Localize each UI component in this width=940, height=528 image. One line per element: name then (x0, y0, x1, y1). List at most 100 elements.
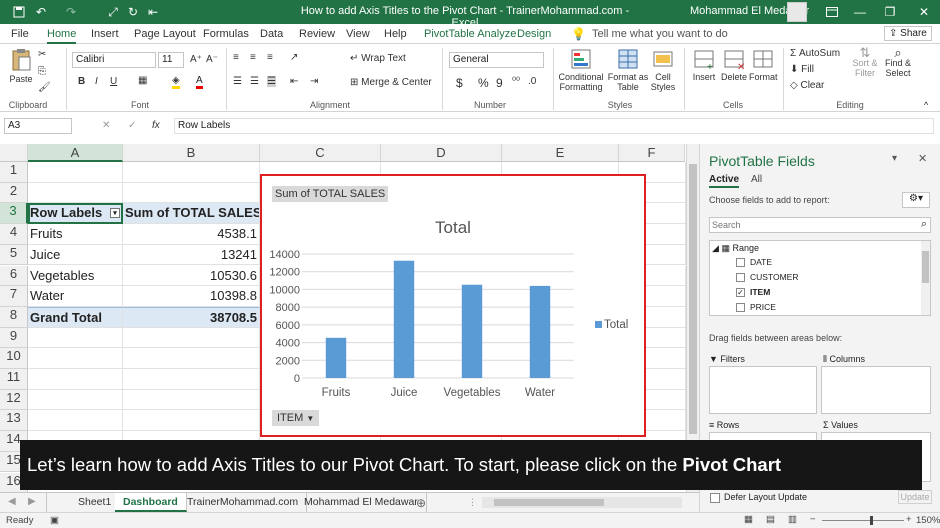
sheet-tab[interactable]: Sheet1 (70, 493, 121, 512)
tab-all[interactable]: All (751, 174, 762, 185)
horizontal-scrollbar[interactable] (482, 497, 682, 508)
row-header[interactable]: 12 (0, 389, 28, 411)
tell-me-input[interactable]: Tell me what you want to do (592, 28, 728, 40)
sheet-tab-active[interactable]: Dashboard (115, 493, 187, 512)
menu-formulas[interactable]: Formulas (203, 28, 249, 40)
pivot-row-value[interactable]: 10530.6 (123, 265, 260, 287)
align-top-icon[interactable]: ≡ (233, 52, 239, 63)
field-checkbox[interactable]: ✓ (736, 288, 745, 298)
sheet-icon[interactable]: ⇤ (144, 3, 162, 21)
formula-input[interactable]: Row Labels (174, 118, 934, 134)
fill-color-icon[interactable]: ◈ (172, 75, 180, 89)
redo-icon[interactable]: ↷ (62, 3, 80, 21)
add-sheet-icon[interactable]: ⊕ (416, 496, 426, 510)
menu-page-layout[interactable]: Page Layout (134, 28, 196, 40)
menu-help[interactable]: Help (384, 28, 407, 40)
update-button[interactable]: Update (898, 490, 932, 504)
zoom-out-icon[interactable]: − (810, 514, 816, 525)
next-sheet-icon[interactable]: ▶ (28, 496, 36, 507)
grid-cell[interactable] (28, 410, 123, 432)
pivot-row-labels-header[interactable]: Row Labels ▾ (28, 203, 123, 225)
field-checkbox[interactable] (736, 273, 745, 283)
grid-cell[interactable] (123, 327, 260, 349)
menu-home[interactable]: Home (47, 28, 77, 44)
grid-cell[interactable] (28, 389, 123, 411)
avatar[interactable] (787, 2, 807, 22)
align-center-icon[interactable]: ☰ (250, 76, 259, 87)
grid-cell[interactable] (123, 389, 260, 411)
defer-layout-checkbox[interactable] (710, 493, 720, 503)
grid-cell[interactable] (123, 182, 260, 204)
borders-icon[interactable]: ▦ (138, 75, 147, 86)
macro-record-icon[interactable]: ▣ (50, 515, 59, 526)
cell-styles-button[interactable]: Cell Styles (648, 48, 678, 92)
field-item[interactable]: CUSTOMER (736, 272, 799, 283)
menu-pivottable-analyze[interactable]: PivotTable Analyze (424, 28, 516, 40)
page-break-view-icon[interactable]: ▥ (788, 514, 797, 525)
pivot-row-label[interactable]: Vegetables (28, 265, 123, 287)
ribbon-display-icon[interactable] (818, 0, 846, 24)
font-size-select[interactable]: 11 (158, 52, 184, 68)
grid-cell[interactable] (123, 162, 260, 183)
format-as-table-button[interactable]: Format as Table (607, 48, 649, 92)
undo-icon[interactable]: ↶ (32, 3, 50, 21)
pane-options-dropdown-icon[interactable]: ▾ (892, 153, 897, 164)
currency-button[interactable]: $ (456, 76, 463, 90)
wrap-text-button[interactable]: ↵ Wrap Text (350, 53, 406, 64)
chart-plot-area[interactable]: 0 2000 4000 6000 8000 10000 12000 14000 Fruits Ju… (262, 176, 644, 435)
pivot-row-value[interactable]: 13241 (123, 244, 260, 266)
cut-icon[interactable]: ✂ (38, 49, 46, 60)
conditional-formatting-button[interactable]: Conditional Formatting (557, 48, 605, 92)
increase-indent-icon[interactable]: ⇥ (310, 76, 318, 87)
menu-data[interactable]: Data (260, 28, 283, 40)
percent-button[interactable]: % (478, 76, 489, 90)
sort-filter-button[interactable]: ⇅ Sort & Filter (850, 46, 880, 78)
grand-total-label[interactable]: Grand Total (28, 306, 123, 328)
font-color-icon[interactable]: A (196, 75, 203, 89)
column-header-b[interactable]: B (123, 144, 260, 162)
grid-cell[interactable] (28, 162, 123, 183)
row-header[interactable]: 6 (0, 265, 28, 287)
row-header[interactable]: 5 (0, 244, 28, 266)
collapse-ribbon-icon[interactable]: ^ (924, 100, 928, 110)
autosum-button[interactable]: Σ AutoSum (790, 48, 840, 59)
zoom-slider-thumb[interactable] (870, 516, 873, 525)
row-header[interactable]: 2 (0, 182, 28, 204)
row-header[interactable]: 11 (0, 369, 28, 390)
pivot-row-value[interactable]: 10398.8 (123, 286, 260, 307)
increase-decimal-icon[interactable]: ⁰⁰ (512, 76, 520, 87)
enter-icon[interactable]: ✓ (128, 120, 136, 131)
field-checkbox[interactable] (736, 258, 745, 268)
zoom-level[interactable]: 150% (916, 515, 940, 526)
grid-cell[interactable] (123, 410, 260, 432)
field-search-box[interactable]: ⌕ (709, 217, 931, 233)
filters-drop-area[interactable] (709, 366, 817, 414)
field-search-input[interactable] (710, 218, 905, 232)
pivot-row-value[interactable]: 4538.1 (123, 224, 260, 245)
italic-button[interactable]: I (95, 76, 98, 87)
fullscreen-icon[interactable]: ⤢ (104, 3, 122, 21)
merge-center-button[interactable]: ⊞ Merge & Center (350, 77, 432, 88)
column-header-e[interactable]: E (502, 144, 619, 162)
row-header[interactable]: 4 (0, 224, 28, 245)
grid-cell[interactable] (123, 369, 260, 390)
grid-cell[interactable] (28, 369, 123, 390)
grand-total-value[interactable]: 38708.5 (123, 306, 260, 328)
field-item[interactable]: DATE (736, 257, 772, 268)
restore-icon[interactable]: ❐ (876, 0, 904, 24)
close-icon[interactable]: ✕ (908, 0, 940, 24)
font-name-select[interactable]: Calibri (72, 52, 156, 68)
field-list-scrollbar[interactable] (921, 241, 930, 315)
tab-active[interactable]: Active (709, 174, 740, 188)
pivot-chart[interactable]: Sum of TOTAL SALES Total 0 2000 4000 6000 80… (260, 174, 646, 437)
name-box[interactable]: A3 (4, 118, 72, 134)
grid-cell[interactable] (28, 327, 123, 349)
menu-file[interactable]: File (11, 28, 29, 40)
pivot-row-label[interactable]: Juice (28, 244, 123, 266)
column-header-c[interactable]: C (260, 144, 381, 162)
align-right-icon[interactable]: ☰ (267, 76, 276, 87)
delete-cells-button[interactable]: ✕ Delete (720, 48, 748, 82)
prev-sheet-icon[interactable]: ◀ (8, 496, 16, 507)
row-header[interactable]: 9 (0, 327, 28, 349)
format-painter-icon[interactable]: 🖌 (38, 82, 51, 93)
